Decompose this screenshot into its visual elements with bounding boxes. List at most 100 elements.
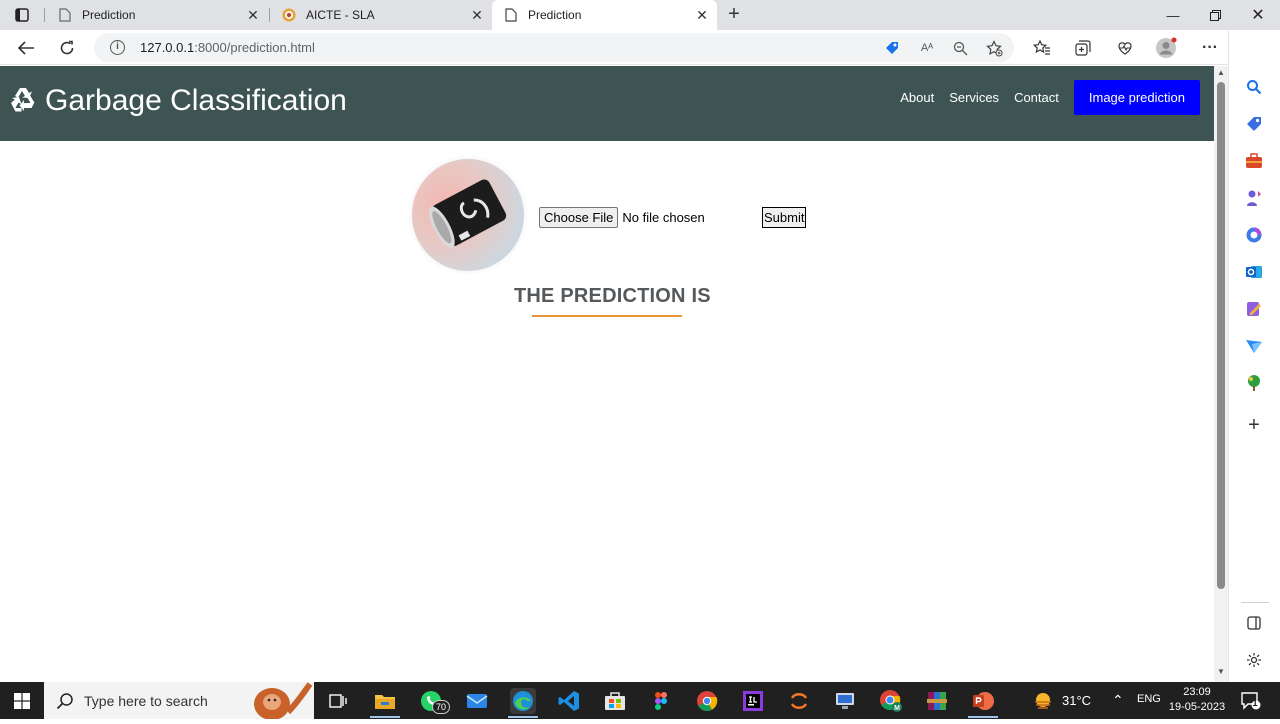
intellij-icon[interactable] — [740, 688, 766, 714]
nav-services-link[interactable]: Services — [949, 90, 999, 105]
new-tab-button[interactable]: + — [724, 3, 744, 27]
time-text: 23:09 — [1183, 686, 1211, 698]
site-header: Garbage Classification About Services Co… — [0, 66, 1214, 141]
tab-aicte-sla[interactable]: AICTE - SLA ✕ — [270, 0, 492, 30]
add-favorite-icon[interactable] — [984, 38, 1004, 58]
taskbar-search[interactable]: Type here to search — [44, 682, 314, 720]
minimize-button[interactable]: — — [1152, 0, 1194, 30]
edge-browser-icon[interactable] — [510, 688, 536, 714]
chrome-profile-icon[interactable]: M — [878, 688, 904, 714]
edge-sidebar: + — [1228, 30, 1280, 682]
active-app-indicator — [508, 716, 538, 718]
restore-button[interactable] — [1194, 0, 1236, 30]
powerpoint-icon[interactable] — [970, 688, 996, 714]
tab-separator — [44, 8, 45, 22]
aicte-logo-icon — [282, 8, 296, 22]
recycle-icon — [7, 85, 39, 117]
remote-desktop-icon[interactable] — [832, 688, 858, 714]
nav-contact-link[interactable]: Contact — [1014, 90, 1059, 105]
shopping-icon[interactable] — [1243, 113, 1265, 135]
active-app-indicator — [370, 716, 400, 718]
windows-taskbar: Type here to search 70 M 31°C ⌃ ENG 23:0… — [0, 682, 1280, 720]
submit-button[interactable]: Submit — [762, 207, 807, 228]
search-icon — [56, 692, 74, 710]
image-prediction-button[interactable]: Image prediction — [1073, 80, 1200, 115]
tab-close-icon[interactable]: ✕ — [468, 7, 486, 24]
browser-tab-bar: Prediction ✕ AICTE - SLA ✕ Prediction ✕ … — [0, 0, 1280, 30]
designer-icon[interactable] — [1243, 298, 1265, 320]
whatsapp-badge: 70 — [432, 700, 450, 714]
notification-count: 1 — [1252, 698, 1258, 708]
date-text: 19-05-2023 — [1168, 701, 1226, 713]
search-icon[interactable] — [1243, 76, 1265, 98]
weather-sun-icon[interactable] — [1030, 688, 1056, 714]
zoom-out-icon[interactable] — [950, 38, 970, 58]
tab-close-icon[interactable]: ✕ — [693, 7, 711, 24]
games-icon[interactable] — [1243, 187, 1265, 209]
add-sidebar-app-icon[interactable]: + — [1243, 414, 1265, 436]
hide-sidebar-icon[interactable] — [1243, 612, 1265, 634]
more-menu-icon[interactable]: ··· — [1199, 37, 1221, 59]
can-photo-icon — [428, 179, 507, 248]
search-placeholder: Type here to search — [84, 692, 208, 709]
scrollbar-thumb[interactable] — [1217, 82, 1225, 589]
url-text: 127.0.0.1:8000/prediction.html — [140, 40, 315, 55]
read-aloud-icon[interactable]: Aᴬ — [917, 38, 937, 58]
tab-actions-icon[interactable] — [8, 4, 36, 26]
profile-avatar[interactable] — [1155, 37, 1177, 59]
close-window-button[interactable]: ✕ — [1237, 0, 1279, 30]
microsoft-365-icon[interactable] — [1243, 224, 1265, 246]
shopping-tag-icon[interactable] — [882, 38, 902, 58]
microsoft-store-icon[interactable] — [602, 688, 628, 714]
file-status-text: No file chosen — [622, 210, 705, 225]
figma-icon[interactable] — [648, 688, 674, 714]
nav-about-link[interactable]: About — [900, 90, 934, 105]
browser-essentials-icon[interactable] — [1114, 37, 1136, 59]
web-page: Garbage Classification About Services Co… — [0, 66, 1214, 682]
tools-briefcase-icon[interactable] — [1243, 150, 1265, 172]
favorites-icon[interactable] — [1031, 37, 1053, 59]
svg-text:M: M — [894, 705, 900, 712]
image-preview — [412, 159, 524, 271]
task-view-icon[interactable] — [325, 688, 351, 714]
winrar-icon[interactable] — [924, 688, 950, 714]
chrome-icon[interactable] — [694, 688, 720, 714]
tab-title: AICTE - SLA — [306, 8, 375, 22]
jupyter-icon[interactable] — [786, 688, 812, 714]
page-icon — [504, 8, 518, 22]
brand[interactable]: Garbage Classification — [7, 84, 347, 118]
collections-icon[interactable] — [1072, 37, 1094, 59]
tab-title: Prediction — [82, 8, 136, 22]
page-scrollbar[interactable]: ▲ ▼ — [1214, 66, 1228, 682]
file-upload: Choose File No file chosen — [539, 207, 705, 228]
scroll-down-arrow-icon[interactable]: ▼ — [1216, 667, 1226, 676]
chevron-up-icon[interactable]: ⌃ — [1112, 692, 1124, 709]
browser-toolbar: i 127.0.0.1:8000/prediction.html Aᴬ ··· — [0, 30, 1280, 65]
address-bar[interactable]: i 127.0.0.1:8000/prediction.html Aᴬ — [94, 33, 1014, 62]
outlook-icon[interactable] — [1243, 261, 1265, 283]
scroll-up-arrow-icon[interactable]: ▲ — [1216, 68, 1226, 77]
temperature-text[interactable]: 31°C — [1062, 693, 1091, 708]
sidebar-divider — [1241, 602, 1269, 603]
tab-close-icon[interactable]: ✕ — [244, 7, 262, 24]
back-arrow-icon[interactable] — [13, 35, 39, 61]
language-indicator[interactable]: ENG — [1137, 693, 1161, 705]
orangutan-search-highlight-icon — [244, 682, 314, 720]
choose-file-button[interactable]: Choose File — [539, 207, 619, 228]
vscode-icon[interactable] — [556, 688, 582, 714]
refresh-icon[interactable] — [54, 35, 80, 61]
brand-title: Garbage Classification — [45, 84, 347, 117]
send-icon[interactable] — [1243, 335, 1265, 357]
tree-icon[interactable] — [1243, 372, 1265, 394]
windows-start-icon[interactable] — [0, 682, 44, 719]
site-info-icon[interactable]: i — [110, 40, 125, 55]
mail-icon[interactable] — [464, 688, 490, 714]
active-app-indicator — [968, 716, 998, 718]
file-explorer-icon[interactable] — [372, 688, 398, 714]
page-icon — [58, 8, 72, 22]
settings-gear-icon[interactable] — [1243, 649, 1265, 671]
site-nav: About Services Contact Image prediction — [885, 80, 1200, 115]
tab-prediction-1[interactable]: Prediction ✕ — [46, 0, 268, 30]
clock[interactable]: 23:09 19-05-2023 — [1166, 685, 1228, 715]
tab-prediction-active[interactable]: Prediction ✕ — [492, 0, 717, 30]
